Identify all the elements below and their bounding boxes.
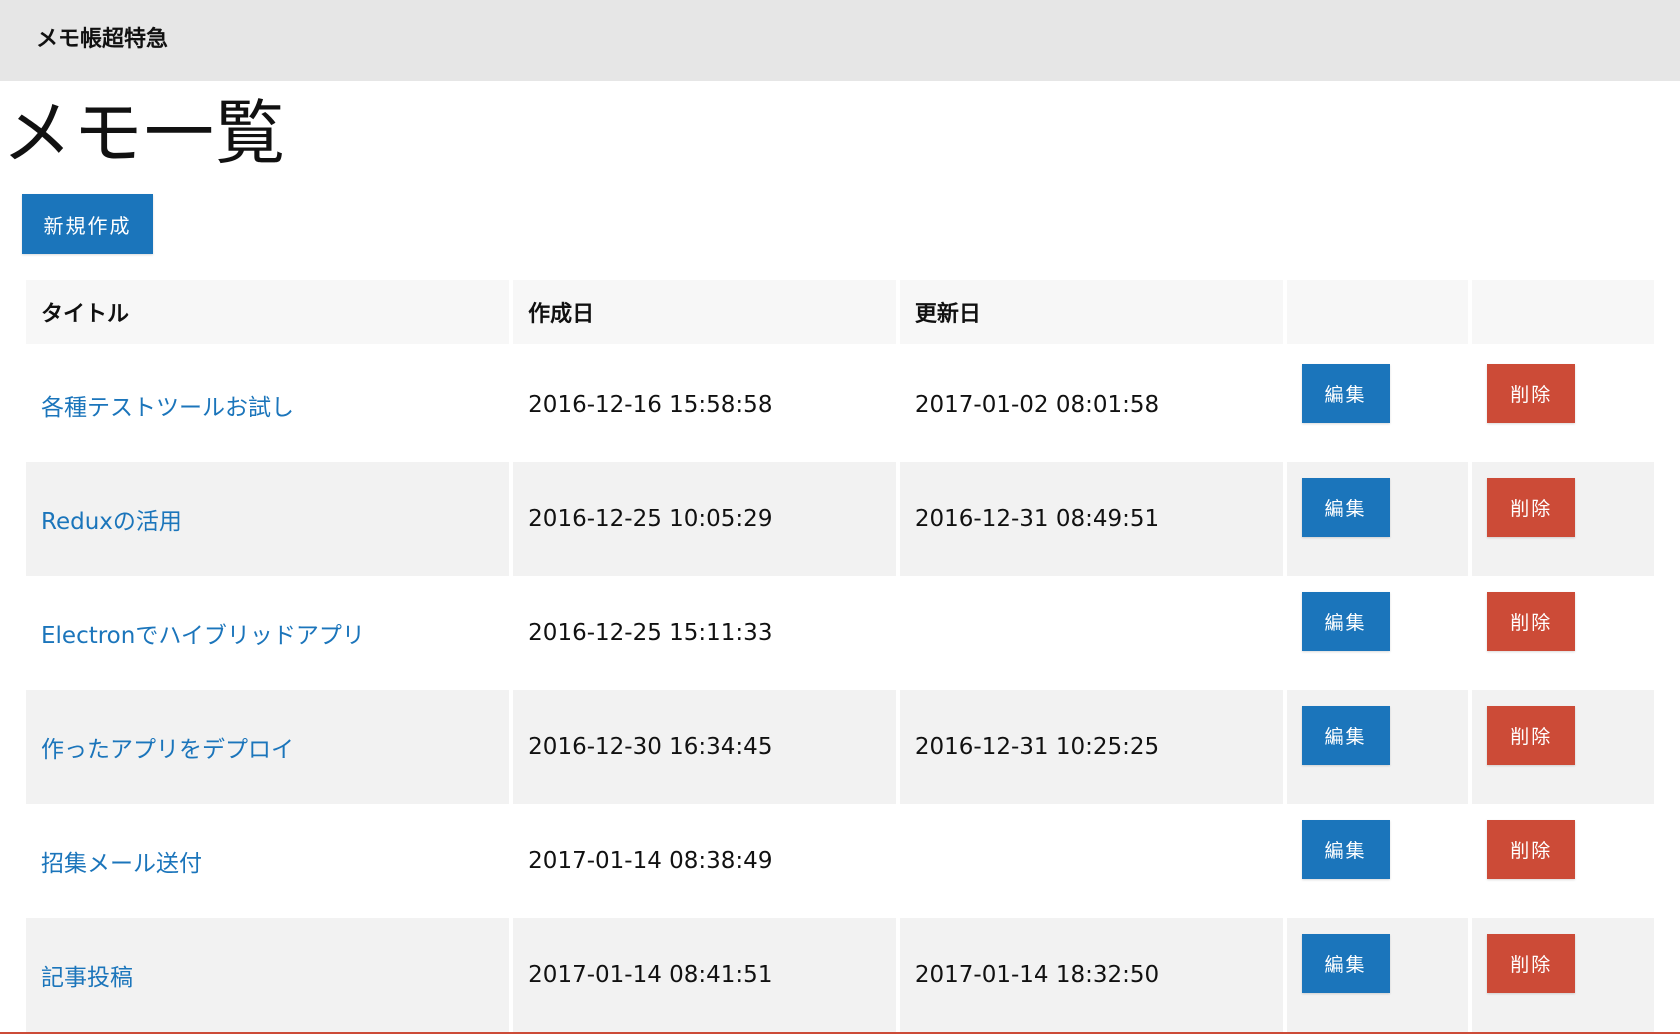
app-title[interactable]: メモ帳超特急 xyxy=(36,26,168,54)
updated-cell: 2017-01-14 18:32:50 xyxy=(899,918,1283,1032)
memo-title-link[interactable]: 各種テストツールお試し xyxy=(41,395,294,421)
title-cell: 各種テストツールお試し xyxy=(26,348,510,462)
title-cell: 記事投稿 xyxy=(26,918,510,1032)
created-cell: 2016-12-16 15:58:58 xyxy=(513,348,896,462)
memo-title-link[interactable]: Electronでハイブリッドアプリ xyxy=(41,623,365,649)
table-row: 記事投稿 2017-01-14 08:41:51 2017-01-14 18:3… xyxy=(26,918,1654,1032)
delete-cell: 削除 xyxy=(1472,804,1654,918)
title-cell: Electronでハイブリッドアプリ xyxy=(26,576,510,690)
created-cell: 2016-12-25 15:11:33 xyxy=(513,576,896,690)
edit-button[interactable]: 編集 xyxy=(1301,363,1390,423)
table-row: Electronでハイブリッドアプリ 2016-12-25 15:11:33 編… xyxy=(26,576,1654,690)
delete-button[interactable]: 削除 xyxy=(1487,933,1576,993)
created-cell: 2017-01-14 08:41:51 xyxy=(513,918,896,1032)
column-header-title: タイトル xyxy=(26,280,510,348)
table-row: 作ったアプリをデプロイ 2016-12-30 16:34:45 2016-12-… xyxy=(26,690,1654,804)
updated-cell xyxy=(899,576,1283,690)
new-memo-button[interactable]: 新規作成 xyxy=(22,194,153,254)
app-header: メモ帳超特急 xyxy=(0,0,1680,81)
table-row: 各種テストツールお試し 2016-12-16 15:58:58 2017-01-… xyxy=(26,348,1654,462)
edit-button[interactable]: 編集 xyxy=(1301,819,1390,879)
delete-button[interactable]: 削除 xyxy=(1487,363,1576,423)
memo-title-link[interactable]: 作ったアプリをデプロイ xyxy=(41,737,294,763)
created-cell: 2016-12-25 10:05:29 xyxy=(513,462,896,576)
edit-button[interactable]: 編集 xyxy=(1301,591,1390,651)
delete-cell: 削除 xyxy=(1472,462,1654,576)
column-header-delete xyxy=(1472,280,1654,348)
table-row: 招集メール送付 2017-01-14 08:38:49 編集 削除 xyxy=(26,804,1654,918)
edit-cell: 編集 xyxy=(1286,462,1469,576)
updated-cell: 2017-01-02 08:01:58 xyxy=(899,348,1283,462)
delete-button[interactable]: 削除 xyxy=(1487,477,1576,537)
created-cell: 2017-01-14 08:38:49 xyxy=(513,804,896,918)
memo-title-link[interactable]: 記事投稿 xyxy=(41,965,133,991)
delete-cell: 削除 xyxy=(1472,918,1654,1032)
edit-cell: 編集 xyxy=(1286,690,1469,804)
edit-cell: 編集 xyxy=(1286,918,1469,1032)
table-header-row: タイトル 作成日 更新日 xyxy=(26,280,1654,348)
title-cell: Reduxの活用 xyxy=(26,462,510,576)
edit-cell: 編集 xyxy=(1286,576,1469,690)
memo-title-link[interactable]: 招集メール送付 xyxy=(41,851,202,877)
column-header-created: 作成日 xyxy=(513,280,896,348)
column-header-updated: 更新日 xyxy=(899,280,1283,348)
edit-cell: 編集 xyxy=(1286,348,1469,462)
edit-cell: 編集 xyxy=(1286,804,1469,918)
updated-cell: 2016-12-31 08:49:51 xyxy=(899,462,1283,576)
page-title: メモ一覧 xyxy=(2,92,286,174)
edit-button[interactable]: 編集 xyxy=(1301,705,1390,765)
delete-button[interactable]: 削除 xyxy=(1487,819,1576,879)
edit-button[interactable]: 編集 xyxy=(1301,933,1390,993)
title-cell: 作ったアプリをデプロイ xyxy=(26,690,510,804)
delete-cell: 削除 xyxy=(1472,576,1654,690)
updated-cell: 2016-12-31 10:25:25 xyxy=(899,690,1283,804)
created-cell: 2016-12-30 16:34:45 xyxy=(513,690,896,804)
delete-button[interactable]: 削除 xyxy=(1487,705,1576,765)
memo-title-link[interactable]: Reduxの活用 xyxy=(41,509,182,535)
column-header-edit xyxy=(1286,280,1469,348)
delete-button[interactable]: 削除 xyxy=(1487,591,1576,651)
memo-table: タイトル 作成日 更新日 各種テストツールお試し 2016-12-16 15:5… xyxy=(22,280,1658,1032)
table-row: Reduxの活用 2016-12-25 10:05:29 2016-12-31 … xyxy=(26,462,1654,576)
title-cell: 招集メール送付 xyxy=(26,804,510,918)
delete-cell: 削除 xyxy=(1472,690,1654,804)
edit-button[interactable]: 編集 xyxy=(1301,477,1390,537)
delete-cell: 削除 xyxy=(1472,348,1654,462)
updated-cell xyxy=(899,804,1283,918)
